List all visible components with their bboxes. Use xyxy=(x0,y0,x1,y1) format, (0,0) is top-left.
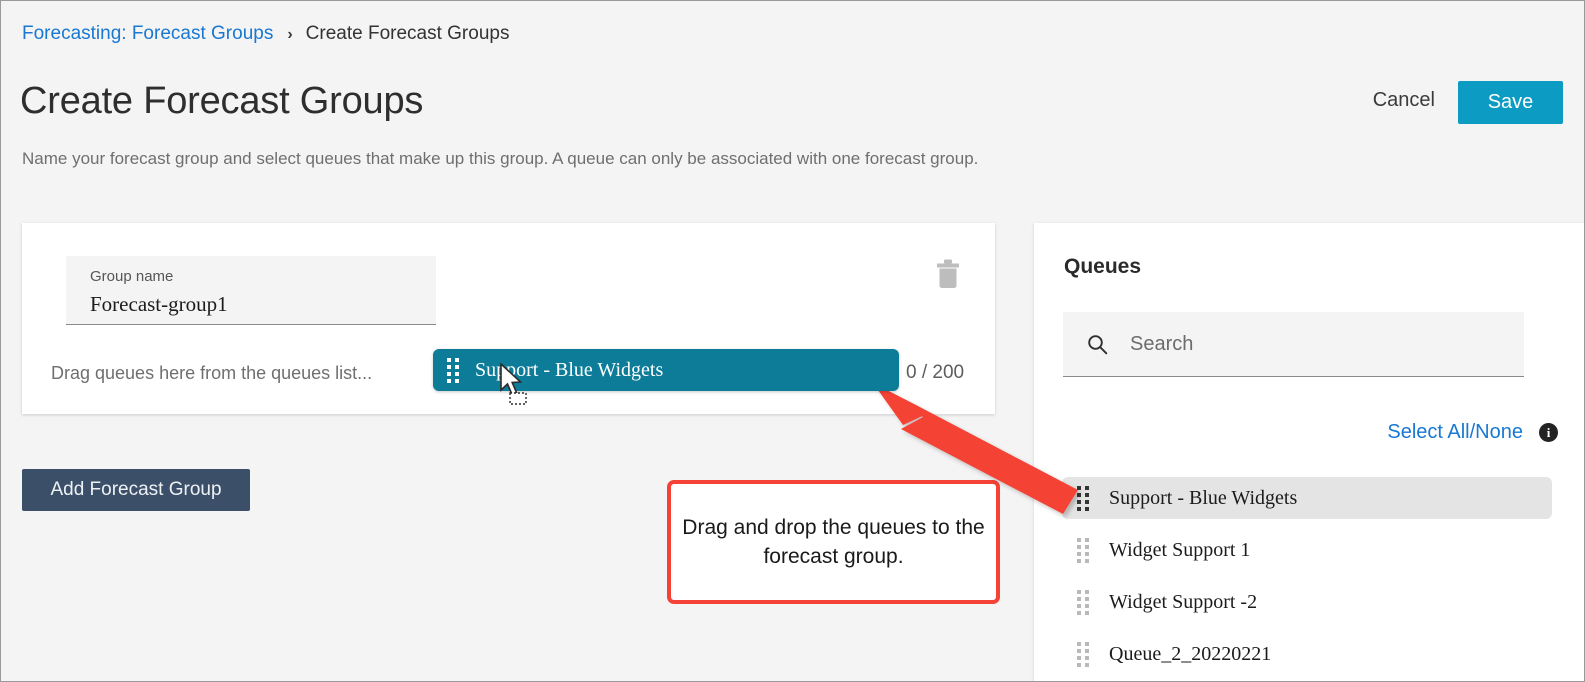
search-input[interactable]: Search xyxy=(1130,331,1193,357)
info-icon[interactable]: i xyxy=(1539,422,1558,442)
breadcrumb-link-forecast-groups[interactable]: Forecasting: Forecast Groups xyxy=(22,22,273,46)
cancel-button[interactable]: Cancel xyxy=(1373,87,1435,113)
select-all-none-link[interactable]: Select All/None xyxy=(1387,419,1523,445)
dragged-queue-chip[interactable]: Support - Blue Widgets xyxy=(433,349,899,391)
save-button[interactable]: Save xyxy=(1458,81,1563,124)
page-subtitle: Name your forecast group and select queu… xyxy=(22,149,979,168)
group-name-field[interactable]: Group name Forecast-group1 xyxy=(66,256,436,325)
app-window: Forecasting: Forecast Groups › Create Fo… xyxy=(0,0,1585,682)
annotation-callout: Drag and drop the queues to the forecast… xyxy=(667,480,1000,604)
queues-panel: Queues Search Select All/None i Support … xyxy=(1034,223,1584,681)
breadcrumb-current: Create Forecast Groups xyxy=(305,23,510,44)
drag-handle-icon[interactable] xyxy=(1077,537,1089,563)
drag-handle-icon[interactable] xyxy=(1077,641,1089,667)
queue-item-label: Support - Blue Widgets xyxy=(1109,487,1298,509)
drag-handle-icon[interactable] xyxy=(447,357,459,383)
search-icon xyxy=(1088,334,1108,354)
queue-list-item[interactable]: Support - Blue Widgets xyxy=(1062,477,1552,519)
queue-item-label: Widget Support -2 xyxy=(1109,591,1258,613)
annotation-callout-text: Drag and drop the queues to the forecast… xyxy=(682,516,985,568)
dragged-queue-label: Support - Blue Widgets xyxy=(475,359,664,381)
group-name-label: Group name xyxy=(90,268,174,285)
queue-list: Support - Blue Widgets Widget Support 1 … xyxy=(1062,477,1552,681)
queue-list-item[interactable]: Widget Support 1 xyxy=(1062,529,1552,571)
queue-list-item[interactable]: Widget Support -2 xyxy=(1062,581,1552,623)
breadcrumb: Forecasting: Forecast Groups › Create Fo… xyxy=(22,22,509,46)
add-forecast-group-button[interactable]: Add Forecast Group xyxy=(22,469,250,511)
queues-panel-title: Queues xyxy=(1064,255,1142,278)
queue-list-item[interactable]: Queue_2_20220221 xyxy=(1062,633,1552,675)
drag-handle-icon[interactable] xyxy=(1077,485,1089,511)
drag-handle-icon[interactable] xyxy=(1077,589,1089,615)
search-box[interactable]: Search xyxy=(1063,312,1524,377)
queue-counter: 0 / 200 xyxy=(906,362,965,383)
group-name-input[interactable]: Forecast-group1 xyxy=(90,289,436,319)
queue-item-label: Queue_2_20220221 xyxy=(1109,643,1272,665)
queue-item-label: Widget Support 1 xyxy=(1109,539,1251,561)
trash-icon xyxy=(937,259,959,288)
chevron-right-icon: › xyxy=(287,26,293,43)
drop-zone-hint: Drag queues here from the queues list... xyxy=(51,363,373,383)
select-all-row: Select All/None i xyxy=(1387,419,1558,445)
page-title: Create Forecast Groups xyxy=(20,80,424,122)
delete-group-button[interactable] xyxy=(931,256,965,292)
